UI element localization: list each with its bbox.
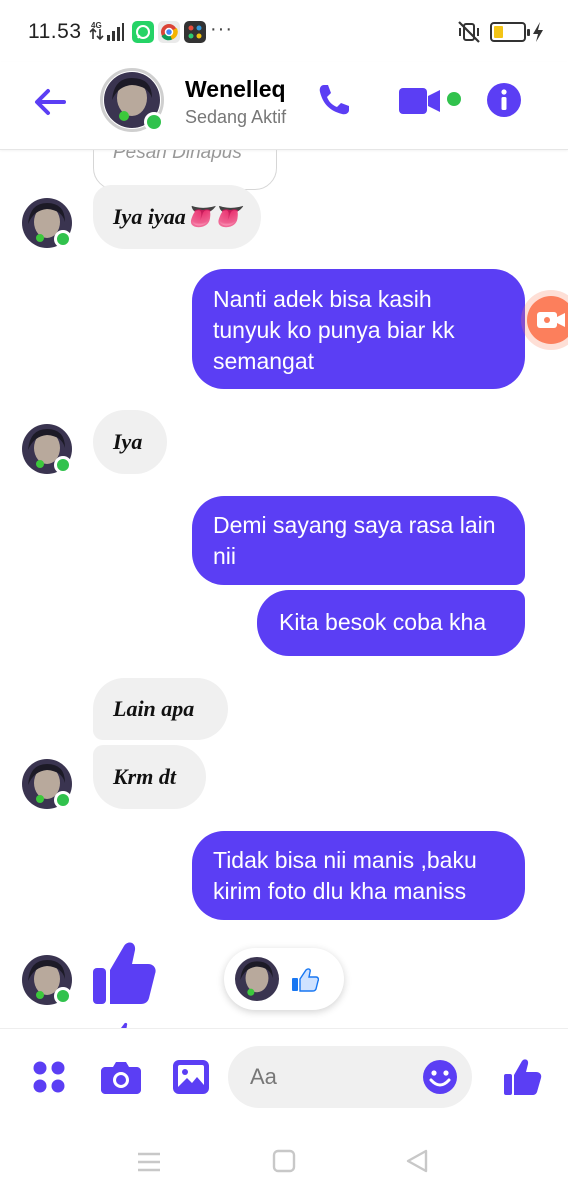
like-reaction-icon — [292, 968, 319, 992]
status-time: 11.53 — [28, 20, 82, 43]
menu-dots-icon[interactable] — [31, 1059, 67, 1095]
contact-active-status: Sedang Aktif — [185, 107, 287, 127]
outgoing-message-bubble[interactable]: Tidak bisa nii manis ,baku kirim foto dl… — [192, 831, 525, 920]
system-navigation-bar — [0, 1128, 568, 1200]
sender-online-dot — [54, 456, 72, 474]
gallery-icon[interactable] — [172, 1059, 210, 1095]
phone-icon[interactable] — [314, 80, 354, 120]
like-icon[interactable] — [502, 1057, 542, 1097]
emoji-icon[interactable] — [422, 1059, 458, 1095]
home-icon[interactable] — [272, 1149, 296, 1173]
outgoing-message-bubble[interactable]: Demi sayang saya rasa lain nii — [192, 496, 525, 585]
more-notifications-icon: ··· — [210, 18, 233, 40]
video-active-dot — [447, 92, 461, 106]
floating-video-call-button[interactable] — [527, 296, 568, 344]
info-icon[interactable] — [486, 82, 522, 118]
sender-online-dot — [54, 987, 72, 1005]
app-grid-icon — [184, 21, 206, 43]
whatsapp-icon — [132, 21, 154, 43]
video-camera-icon[interactable] — [398, 84, 442, 118]
recent-apps-icon[interactable] — [136, 1150, 162, 1174]
reaction-pill[interactable] — [224, 948, 344, 1010]
battery-icon — [490, 22, 530, 42]
online-status-dot — [144, 112, 164, 132]
chrome-icon — [158, 21, 180, 43]
message-input-placeholder: Aa — [250, 1064, 277, 1089]
charging-icon — [533, 22, 543, 42]
sender-online-dot — [54, 230, 72, 248]
mute-vibrate-icon — [458, 21, 480, 43]
message-list[interactable]: Pesan Dihapus Iya iyaa👅👅 Nanti adek bisa… — [0, 150, 568, 1028]
signal-icon: 4G — [89, 21, 124, 41]
incoming-message-bubble[interactable]: Iya iyaa👅👅 — [93, 185, 261, 249]
outgoing-message-bubble[interactable]: Kita besok coba kha — [257, 590, 525, 656]
conversation-header: Wenelleq Sedang Aktif — [0, 62, 568, 150]
incoming-message-bubble[interactable]: Krm dt — [93, 745, 206, 809]
incoming-message-bubble[interactable]: Lain apa — [93, 678, 228, 740]
back-navigation-icon[interactable] — [404, 1148, 430, 1174]
status-bar: 11.53 4G ··· — [0, 0, 568, 62]
sender-online-dot — [54, 791, 72, 809]
deleted-message-label: Pesan Dihapus — [113, 150, 242, 163]
reactor-avatar — [235, 957, 279, 1001]
incoming-message-bubble[interactable]: Iya — [93, 410, 167, 474]
camera-icon[interactable] — [100, 1059, 142, 1095]
thumbs-up-icon[interactable] — [90, 938, 158, 1008]
back-arrow-icon[interactable] — [28, 80, 72, 124]
contact-name[interactable]: Wenelleq — [185, 76, 286, 103]
message-composer: Aa — [0, 1028, 568, 1128]
message-input[interactable]: Aa — [228, 1046, 472, 1108]
outgoing-message-bubble[interactable]: Nanti adek bisa kasih tunyuk ko punya bi… — [192, 269, 525, 389]
